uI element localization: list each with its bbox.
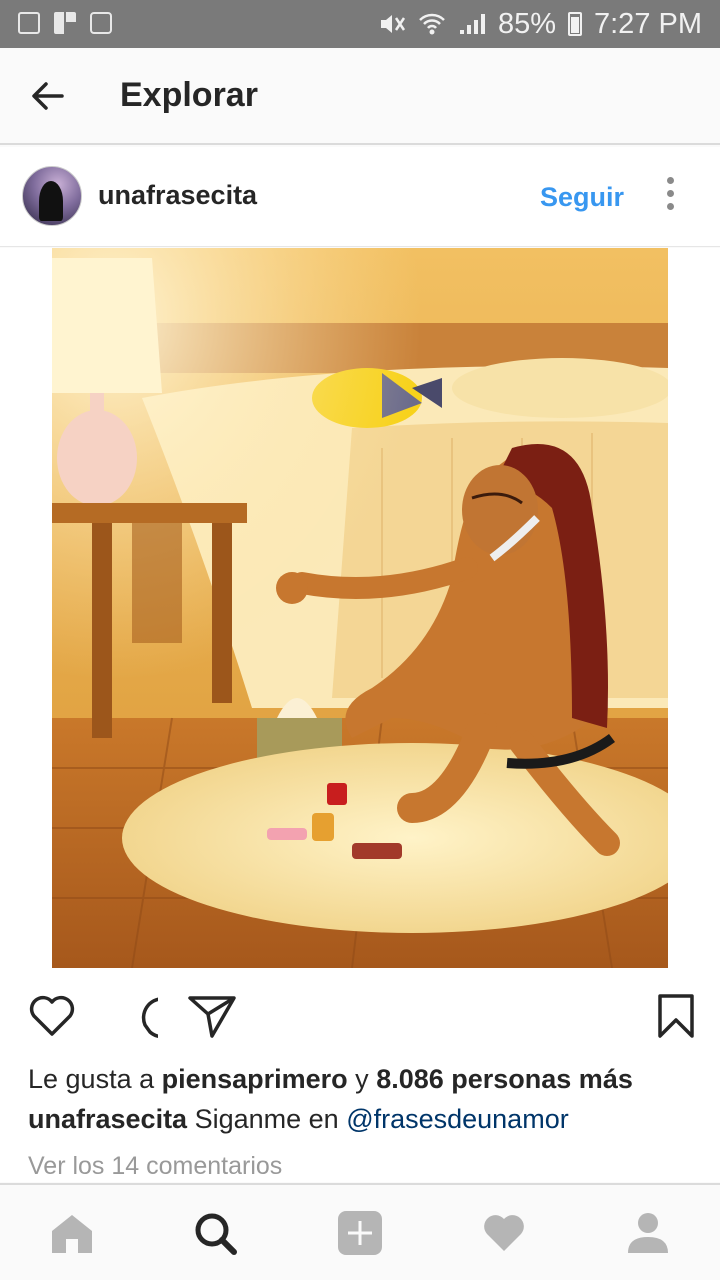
search-icon[interactable] <box>191 1209 239 1257</box>
app-header: Explorar <box>0 48 720 145</box>
page-title: Explorar <box>120 76 258 114</box>
follow-button[interactable]: Seguir <box>540 182 624 213</box>
post-action-bar <box>0 968 720 1063</box>
profile-icon[interactable] <box>624 1209 672 1257</box>
post-image[interactable] <box>52 248 668 968</box>
arrow-left-icon[interactable] <box>28 76 68 116</box>
clock: 7:27 PM <box>594 7 702 40</box>
home-icon[interactable] <box>48 1209 96 1257</box>
likes-line[interactable]: Le gusta a piensaprimero y 8.086 persona… <box>28 1064 633 1095</box>
likes-user[interactable]: piensaprimero <box>162 1064 348 1094</box>
battery-percent: 85% <box>497 7 556 40</box>
bottom-nav <box>0 1183 720 1280</box>
signal-icon <box>459 14 485 34</box>
gallery-icon <box>18 12 40 34</box>
post-username[interactable]: unafrasecita <box>98 180 257 211</box>
bookmark-icon[interactable] <box>650 992 702 1040</box>
mute-icon <box>380 15 405 33</box>
more-vertical-icon[interactable] <box>666 177 676 217</box>
heart-icon[interactable] <box>26 992 78 1040</box>
caption-mention[interactable]: @frasesdeunamor <box>346 1104 569 1134</box>
likes-joiner: y <box>347 1064 377 1094</box>
activity-heart-icon[interactable] <box>480 1209 528 1257</box>
avatar[interactable] <box>22 166 82 226</box>
share-icon[interactable] <box>186 992 238 1040</box>
likes-count[interactable]: 8.086 personas más <box>376 1064 633 1094</box>
caption: unafrasecita Siganme en @frasesdeunamor <box>28 1104 569 1135</box>
system-icons: 85% 7:27 PM <box>378 0 702 48</box>
post-image-container <box>0 248 720 968</box>
notification-icons <box>18 12 112 34</box>
post-header: unafrasecita Seguir <box>0 147 720 247</box>
battery-icon <box>568 12 582 36</box>
caption-username[interactable]: unafrasecita <box>28 1104 187 1134</box>
likes-prefix: Le gusta a <box>28 1064 162 1094</box>
comment-icon[interactable] <box>106 992 158 1040</box>
status-bar: 85% 7:27 PM <box>0 0 720 48</box>
view-comments-link[interactable]: Ver los 14 comentarios <box>28 1152 282 1181</box>
post-info: Le gusta a piensaprimero y 8.086 persona… <box>0 1058 720 1182</box>
caption-text: Siganme en <box>187 1104 347 1134</box>
flipboard-icon <box>54 12 76 34</box>
recycle-icon <box>90 12 112 34</box>
wifi-icon <box>419 13 445 35</box>
avatar-silhouette <box>39 181 63 221</box>
add-icon[interactable] <box>336 1209 384 1257</box>
